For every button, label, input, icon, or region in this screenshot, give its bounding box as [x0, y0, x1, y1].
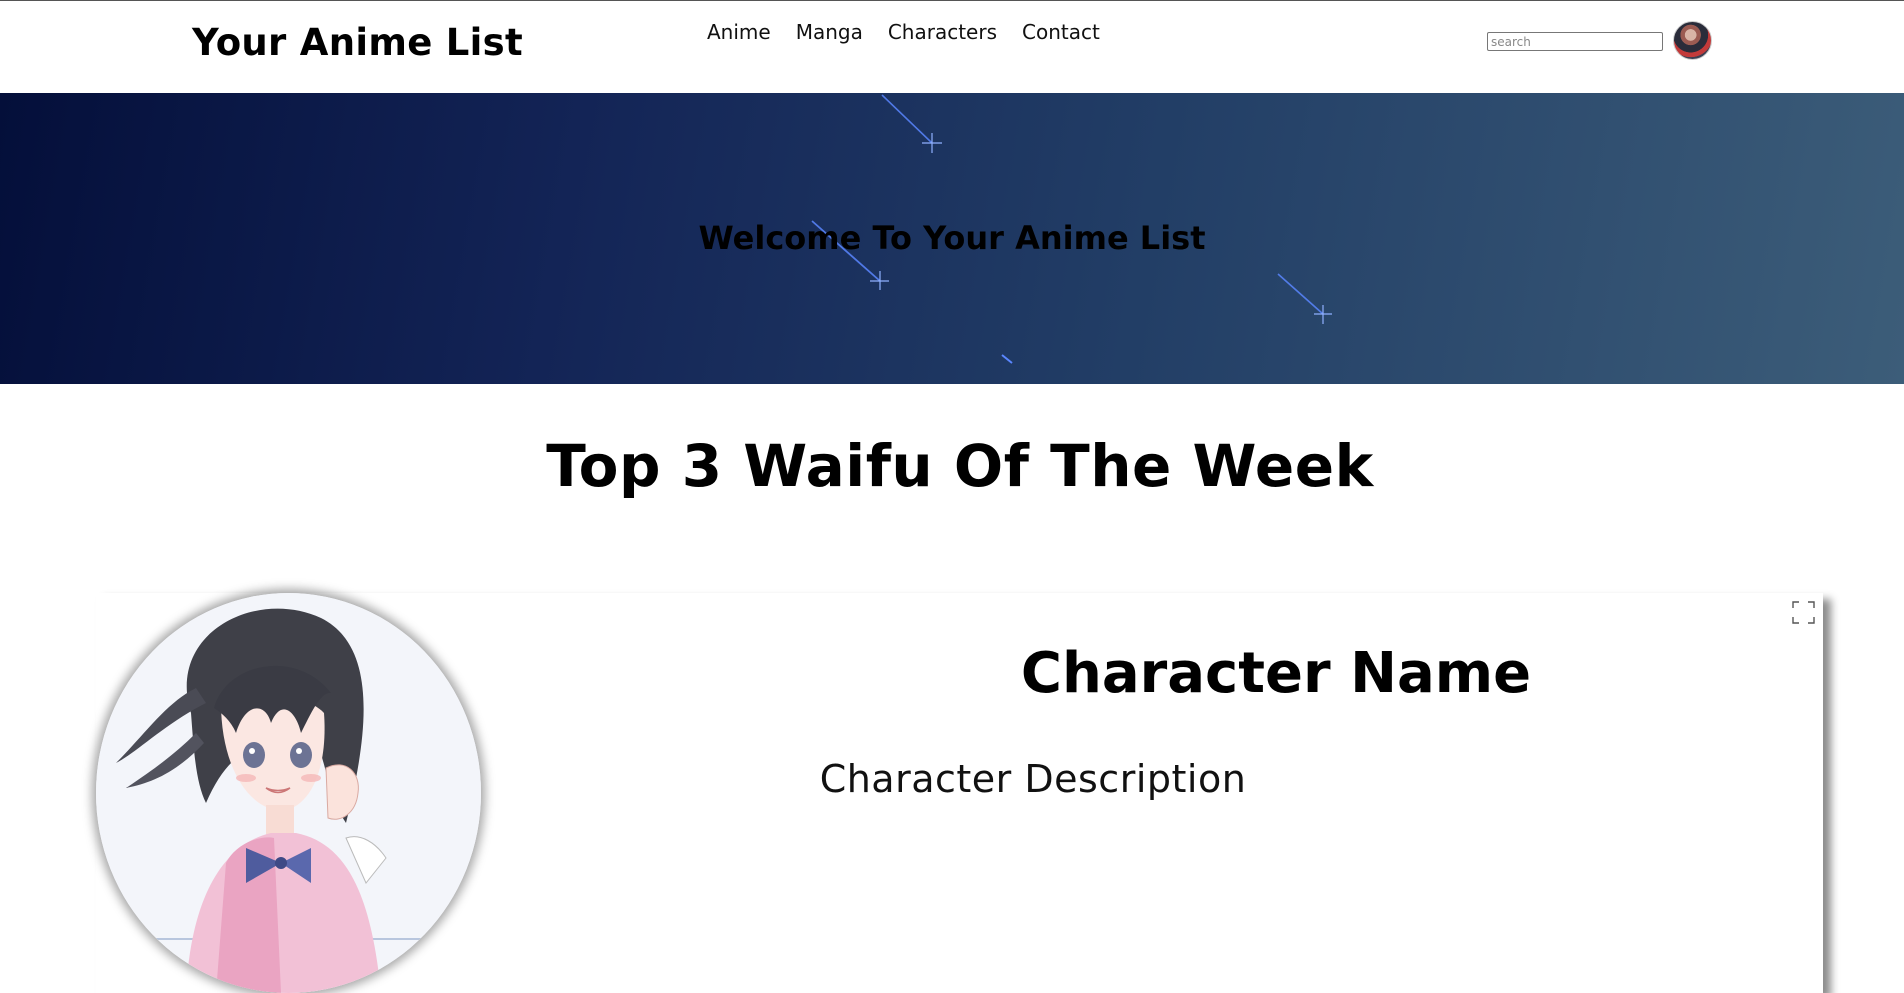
shooting-star-icon: [1000, 353, 1016, 367]
nav-links: Anime Manga Characters Contact: [707, 20, 1100, 44]
avatar[interactable]: [1673, 21, 1712, 60]
character-name: Character Name: [1020, 641, 1532, 706]
navbar: Your Anime List Anime Manga Characters C…: [0, 0, 1904, 93]
nav-link-characters[interactable]: Characters: [888, 20, 997, 44]
shooting-star-icon: [1276, 272, 1334, 326]
anime-girl-illustration: [96, 593, 481, 993]
search-input[interactable]: [1487, 32, 1663, 51]
hero-title: Welcome To Your Anime List: [698, 219, 1206, 257]
shooting-star-icon: [880, 93, 944, 155]
expand-icon[interactable]: [1792, 601, 1815, 624]
character-description: Character Description: [819, 757, 1247, 801]
character-portrait: [96, 593, 481, 993]
section-title: Top 3 Waifu Of The Week: [546, 432, 1374, 500]
brand-title[interactable]: Your Anime List: [192, 21, 523, 64]
nav-link-anime[interactable]: Anime: [707, 20, 771, 44]
hero-banner: Welcome To Your Anime List: [0, 93, 1904, 384]
nav-link-contact[interactable]: Contact: [1022, 20, 1100, 44]
nav-link-manga[interactable]: Manga: [796, 20, 863, 44]
character-card: Character Name Character Description: [96, 593, 1823, 993]
